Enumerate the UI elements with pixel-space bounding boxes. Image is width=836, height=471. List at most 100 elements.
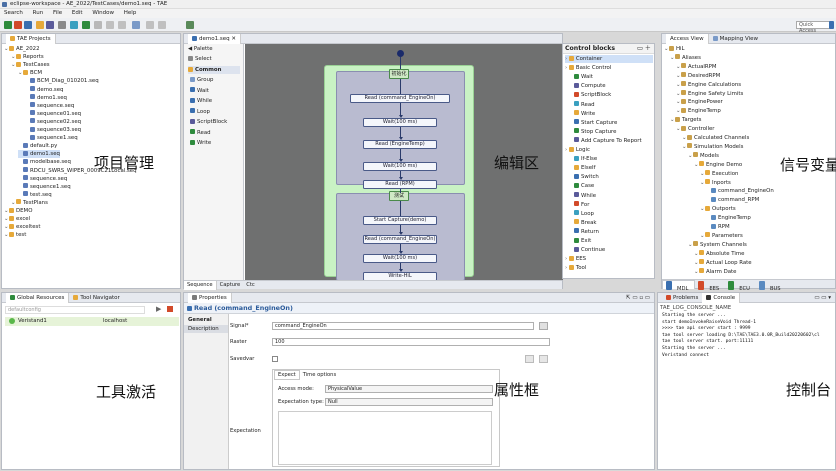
control-block-item[interactable]: Loop	[574, 210, 594, 218]
access-tree-item[interactable]: ⌄ EngineTemp	[676, 107, 721, 115]
tab-time-options[interactable]: Time options	[300, 371, 339, 379]
project-tree-item[interactable]: sequence01.seq	[25, 110, 81, 118]
project-tree-item[interactable]: ⌄ Reports	[11, 53, 44, 61]
flow-step[interactable]: Read (command_EngineOn)	[363, 235, 437, 244]
tab-ecu[interactable]: ECU	[725, 281, 756, 292]
tool-row[interactable]: Veristand1 localhost	[5, 317, 179, 326]
forward-icon[interactable]	[118, 21, 126, 29]
palette-select[interactable]: Select	[188, 55, 212, 63]
access-tree-item[interactable]: command_EngineOn	[706, 187, 774, 195]
palette-item[interactable]: ScriptBlock	[190, 118, 227, 126]
refresh-icon[interactable]	[132, 21, 140, 29]
palette-item[interactable]: Write	[190, 139, 211, 147]
tab-capture[interactable]: Capture	[217, 281, 244, 290]
console-toolbar-icon[interactable]: ▭ ▭ ▾	[814, 293, 831, 303]
savedvar-edit-button[interactable]	[525, 355, 534, 363]
projects-tab[interactable]: TAE Projects	[6, 34, 56, 44]
tool-icon[interactable]	[186, 21, 194, 29]
debug-icon[interactable]	[70, 21, 78, 29]
properties-toolbar-icon[interactable]: ⇱ ▭ ▫ ▭	[626, 293, 650, 303]
access-tree-item[interactable]: ⌄ Parameters	[700, 232, 743, 240]
menu-run[interactable]: Run	[33, 10, 44, 16]
menu-window[interactable]: Window	[92, 10, 114, 16]
access-tree-item[interactable]: ⌄ Inports	[700, 179, 731, 187]
new-icon[interactable]	[4, 21, 12, 29]
menu-file[interactable]: File	[53, 10, 62, 16]
expectation-type-select[interactable]: Null	[325, 398, 493, 406]
savedvar-clear-button[interactable]	[539, 355, 548, 363]
control-block-item[interactable]: Read	[574, 101, 595, 109]
control-block-item[interactable]: Return	[574, 228, 599, 236]
savedvar-checkbox[interactable]	[272, 356, 278, 362]
project-tree-item[interactable]: BCM_Diag_010201.seq	[25, 77, 99, 85]
project-tree-item[interactable]: sequence.seq	[25, 102, 74, 110]
palette-section-common[interactable]: Common	[188, 66, 240, 74]
control-block-item[interactable]: Add Capture To Report	[574, 137, 642, 145]
project-tree-item[interactable]: ⌄ AE_2022	[4, 45, 40, 53]
project-tree-item[interactable]: ⌄ BCM	[18, 69, 42, 77]
access-mode-select[interactable]: PhysicalValue	[325, 385, 493, 393]
project-tree-item[interactable]: demo1.seq	[18, 150, 60, 159]
control-block-item[interactable]: Write	[574, 110, 595, 118]
control-block-item[interactable]: Start Capture	[574, 119, 617, 127]
access-tree-item[interactable]: ⌄ HiL	[664, 45, 685, 53]
access-tree-item[interactable]: RPM	[706, 223, 730, 231]
palette-item[interactable]: Read	[190, 129, 211, 137]
flow-step[interactable]: Read (RPM)	[363, 180, 437, 189]
tab-tool-navigator[interactable]: Tool Navigator	[69, 293, 123, 303]
nav-icon[interactable]	[146, 21, 154, 29]
control-block-item[interactable]: Exit	[574, 237, 591, 245]
access-tree-item[interactable]: ⌄ Execution	[700, 170, 738, 178]
project-tree-item[interactable]: test.seq	[18, 191, 52, 199]
control-block-item[interactable]: ElseIf	[574, 164, 596, 172]
control-block-item[interactable]: › Container	[565, 55, 653, 63]
tab-sequence[interactable]: Sequence	[184, 281, 217, 290]
project-tree-item[interactable]: demo1.seq	[25, 94, 67, 102]
access-tree-item[interactable]: command_RPM	[706, 196, 759, 204]
flow-step[interactable]: Wait(100 ms)	[363, 254, 437, 263]
raster-field[interactable]: 100	[272, 338, 550, 346]
project-tree-item[interactable]: ⌄ excel	[4, 215, 30, 223]
control-block-item[interactable]: Continue	[574, 246, 605, 254]
project-tree-item[interactable]: ⌄ DEMO	[4, 207, 32, 215]
project-tree-item[interactable]: sequence1.seq	[25, 134, 78, 142]
stop-icon[interactable]	[14, 21, 22, 29]
flow-step[interactable]: Start Capture(demo)	[363, 216, 437, 225]
access-tree-item[interactable]: ⌄ Engine Calculations	[676, 81, 741, 89]
browse-signal-button[interactable]	[539, 322, 548, 330]
palette-item[interactable]: Group	[190, 76, 213, 84]
access-tree-item[interactable]: ⌄ Absolute Time	[694, 250, 744, 258]
access-tree-item[interactable]: ⌄ EnginePower	[676, 98, 723, 106]
tab-console[interactable]: Console	[702, 293, 741, 303]
perspective-icon[interactable]	[829, 21, 834, 29]
flow-step[interactable]: Read (EngineTemp)	[363, 140, 437, 149]
access-tree-item[interactable]: ⌄ Aliases	[670, 54, 701, 62]
project-tree-item[interactable]: ⌄ test	[4, 231, 26, 239]
tab-global-resources[interactable]: Global Resources	[6, 293, 70, 303]
play-icon[interactable]: ▶	[156, 305, 161, 313]
run-icon[interactable]	[82, 21, 90, 29]
tab-access-view[interactable]: Access View	[666, 34, 709, 44]
open-icon[interactable]	[36, 21, 44, 29]
minimize-icon[interactable]: ▭ ＋	[637, 44, 651, 54]
access-tree-item[interactable]: ⌄ Calculated Channels	[682, 134, 749, 142]
tab-bus[interactable]: BUS	[756, 281, 787, 292]
project-tree-item[interactable]: ⌄ exceltest	[4, 223, 40, 231]
flow-step[interactable]: Read (command_EngineOn)	[350, 94, 450, 103]
expectation-area[interactable]	[278, 411, 492, 465]
access-tree-item[interactable]: ⌄ Alarm Date	[694, 268, 736, 276]
build-icon[interactable]	[46, 21, 54, 29]
access-tree-item[interactable]: ⌄ Models	[688, 152, 719, 160]
menu-search[interactable]: Search	[4, 10, 23, 16]
palette-item[interactable]: While	[190, 97, 212, 105]
tab-expect[interactable]: Expect	[274, 370, 300, 380]
access-tree-item[interactable]: ⌄ Actual Loop Rate	[694, 259, 752, 267]
access-tree-item[interactable]: ⌄ Engine Safety Limits	[676, 90, 743, 98]
search-icon[interactable]	[94, 21, 102, 29]
access-tree-item[interactable]: ⌄ Engine Demo	[694, 161, 742, 169]
control-block-item[interactable]: Stop Capture	[574, 128, 616, 136]
control-block-item[interactable]: › Logic	[565, 146, 590, 154]
control-block-item[interactable]: If-Else	[574, 155, 597, 163]
quick-access-input[interactable]: Quick Access	[796, 21, 830, 34]
access-tree-item[interactable]: ⌄ Simulation Models	[682, 143, 743, 151]
